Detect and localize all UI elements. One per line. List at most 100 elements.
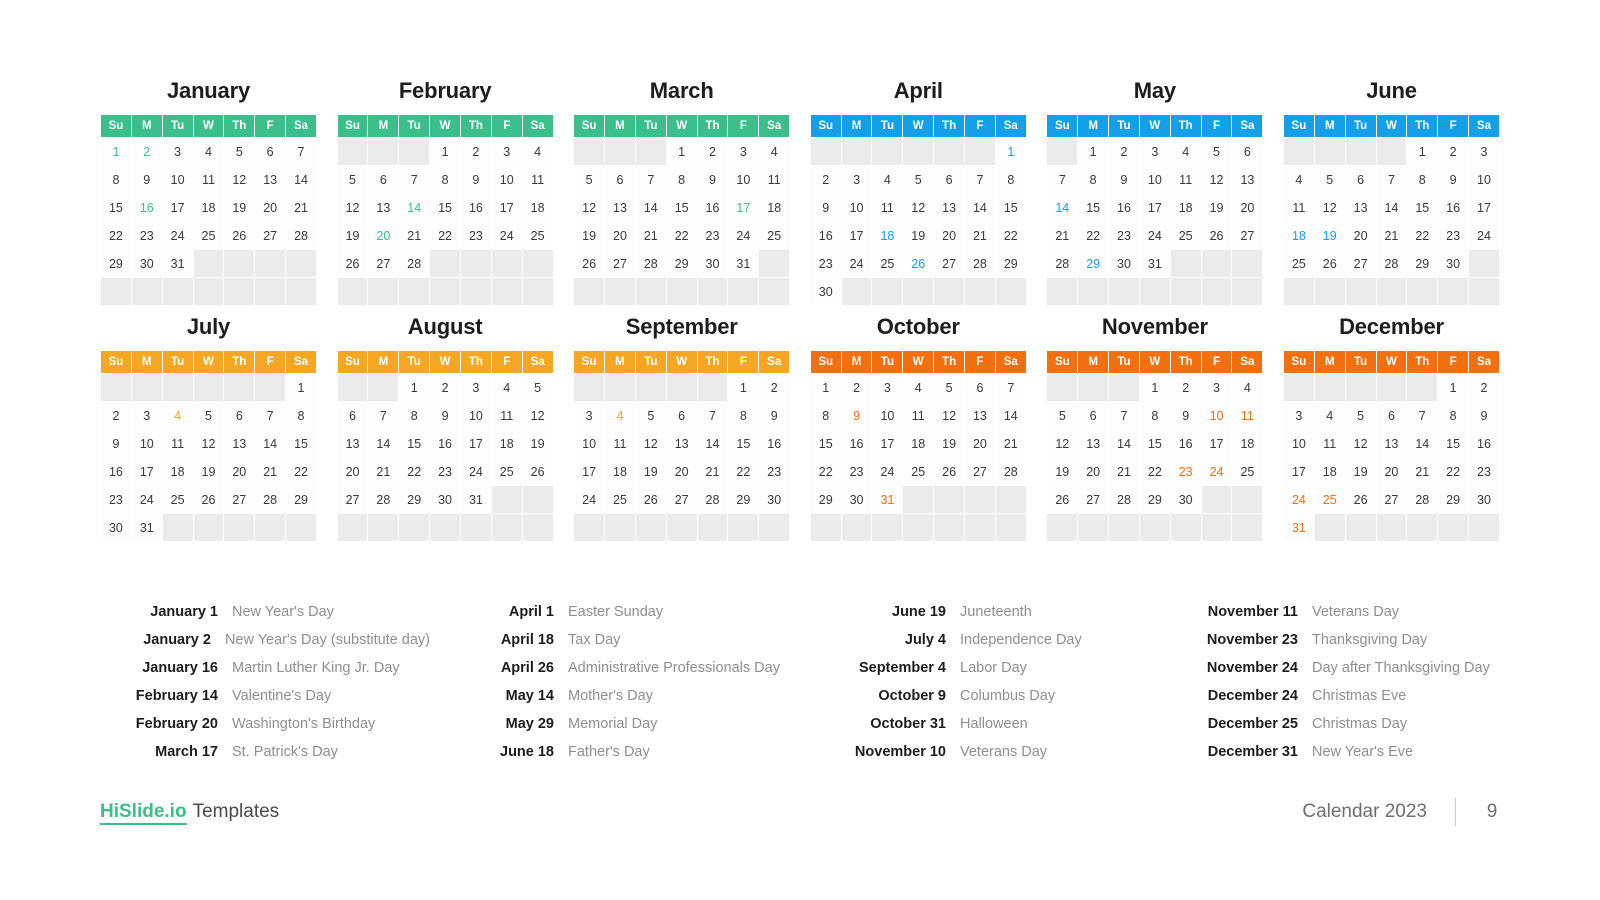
day-cell[interactable]: 29 bbox=[1407, 250, 1438, 277]
day-cell[interactable]: 1 bbox=[399, 374, 430, 401]
day-cell[interactable]: 13 bbox=[934, 194, 964, 221]
day-cell[interactable]: 17 bbox=[1201, 430, 1232, 457]
day-cell[interactable]: 15 bbox=[1078, 194, 1109, 221]
day-cell[interactable]: 28 bbox=[965, 250, 995, 277]
day-cell[interactable]: 14 bbox=[1407, 430, 1438, 457]
day-cell[interactable]: 31 bbox=[162, 250, 193, 277]
day-cell[interactable]: 19 bbox=[574, 222, 605, 249]
day-cell[interactable]: 19 bbox=[522, 430, 553, 457]
day-cell[interactable]: 18 bbox=[1170, 194, 1201, 221]
day-cell-holiday[interactable]: 16 bbox=[131, 194, 162, 221]
day-cell[interactable]: 29 bbox=[995, 250, 1026, 277]
day-cell[interactable]: 22 bbox=[1407, 222, 1438, 249]
day-cell[interactable]: 4 bbox=[1232, 374, 1263, 401]
day-cell[interactable]: 26 bbox=[1201, 222, 1232, 249]
day-cell[interactable]: 25 bbox=[1232, 458, 1263, 485]
day-cell[interactable]: 14 bbox=[965, 194, 995, 221]
day-cell[interactable]: 8 bbox=[286, 402, 316, 429]
day-cell[interactable]: 12 bbox=[635, 430, 666, 457]
day-cell[interactable]: 12 bbox=[193, 430, 224, 457]
day-cell[interactable]: 20 bbox=[1376, 458, 1407, 485]
day-cell[interactable]: 26 bbox=[1314, 250, 1345, 277]
day-cell[interactable]: 3 bbox=[491, 138, 522, 165]
day-cell[interactable]: 24 bbox=[460, 458, 491, 485]
day-cell[interactable]: 10 bbox=[1283, 430, 1314, 457]
day-cell[interactable]: 15 bbox=[1407, 194, 1438, 221]
day-cell[interactable]: 12 bbox=[903, 194, 934, 221]
day-cell[interactable]: 9 bbox=[430, 402, 460, 429]
day-cell[interactable]: 1 bbox=[1407, 138, 1438, 165]
day-cell[interactable]: 12 bbox=[337, 194, 368, 221]
day-cell-holiday[interactable]: 17 bbox=[728, 194, 759, 221]
day-cell[interactable]: 30 bbox=[697, 250, 728, 277]
day-cell[interactable]: 9 bbox=[759, 402, 790, 429]
day-cell[interactable]: 11 bbox=[1314, 430, 1345, 457]
day-cell[interactable]: 15 bbox=[666, 194, 697, 221]
day-cell[interactable]: 22 bbox=[101, 222, 131, 249]
day-cell[interactable]: 4 bbox=[903, 374, 934, 401]
day-cell[interactable]: 26 bbox=[522, 458, 553, 485]
day-cell[interactable]: 26 bbox=[1047, 486, 1078, 513]
day-cell[interactable]: 4 bbox=[491, 374, 522, 401]
day-cell-holiday[interactable]: 24 bbox=[1201, 458, 1232, 485]
day-cell[interactable]: 26 bbox=[934, 458, 964, 485]
day-cell-holiday[interactable]: 9 bbox=[841, 402, 872, 429]
day-cell[interactable]: 11 bbox=[605, 430, 635, 457]
day-cell[interactable]: 19 bbox=[1345, 458, 1376, 485]
day-cell[interactable]: 8 bbox=[1407, 166, 1438, 193]
day-cell[interactable]: 12 bbox=[1047, 430, 1078, 457]
day-cell[interactable]: 25 bbox=[759, 222, 790, 249]
day-cell[interactable]: 2 bbox=[841, 374, 872, 401]
day-cell[interactable]: 24 bbox=[872, 458, 903, 485]
day-cell[interactable]: 25 bbox=[1170, 222, 1201, 249]
day-cell[interactable]: 5 bbox=[934, 374, 964, 401]
day-cell[interactable]: 17 bbox=[1139, 194, 1170, 221]
day-cell[interactable]: 28 bbox=[368, 486, 399, 513]
day-cell[interactable]: 15 bbox=[995, 194, 1026, 221]
day-cell[interactable]: 29 bbox=[1438, 486, 1469, 513]
day-cell[interactable]: 4 bbox=[522, 138, 553, 165]
day-cell[interactable]: 13 bbox=[605, 194, 635, 221]
day-cell[interactable]: 14 bbox=[1109, 430, 1139, 457]
day-cell[interactable]: 29 bbox=[101, 250, 131, 277]
day-cell[interactable]: 28 bbox=[255, 486, 286, 513]
day-cell[interactable]: 12 bbox=[574, 194, 605, 221]
day-cell[interactable]: 4 bbox=[759, 138, 790, 165]
day-cell[interactable]: 5 bbox=[1345, 402, 1376, 429]
day-cell[interactable]: 5 bbox=[635, 402, 666, 429]
day-cell[interactable]: 14 bbox=[286, 166, 316, 193]
day-cell[interactable]: 17 bbox=[131, 458, 162, 485]
day-cell[interactable]: 3 bbox=[841, 166, 872, 193]
day-cell-holiday[interactable]: 19 bbox=[1314, 222, 1345, 249]
day-cell[interactable]: 6 bbox=[224, 402, 255, 429]
day-cell[interactable]: 9 bbox=[101, 430, 131, 457]
day-cell[interactable]: 30 bbox=[131, 250, 162, 277]
day-cell[interactable]: 28 bbox=[995, 458, 1026, 485]
day-cell[interactable]: 4 bbox=[872, 166, 903, 193]
day-cell[interactable]: 27 bbox=[337, 486, 368, 513]
day-cell[interactable]: 28 bbox=[1376, 250, 1407, 277]
day-cell[interactable]: 3 bbox=[1283, 402, 1314, 429]
day-cell[interactable]: 25 bbox=[903, 458, 934, 485]
day-cell[interactable]: 21 bbox=[1047, 222, 1078, 249]
day-cell[interactable]: 20 bbox=[255, 194, 286, 221]
day-cell[interactable]: 21 bbox=[1407, 458, 1438, 485]
day-cell[interactable]: 7 bbox=[255, 402, 286, 429]
day-cell[interactable]: 20 bbox=[666, 458, 697, 485]
day-cell[interactable]: 18 bbox=[1314, 458, 1345, 485]
day-cell[interactable]: 4 bbox=[193, 138, 224, 165]
day-cell[interactable]: 27 bbox=[1376, 486, 1407, 513]
day-cell[interactable]: 5 bbox=[522, 374, 553, 401]
day-cell-holiday[interactable]: 11 bbox=[1232, 402, 1263, 429]
day-cell[interactable]: 27 bbox=[605, 250, 635, 277]
day-cell[interactable]: 16 bbox=[1109, 194, 1139, 221]
day-cell[interactable]: 25 bbox=[872, 250, 903, 277]
day-cell[interactable]: 10 bbox=[131, 430, 162, 457]
day-cell[interactable]: 21 bbox=[1376, 222, 1407, 249]
day-cell[interactable]: 24 bbox=[491, 222, 522, 249]
day-cell[interactable]: 16 bbox=[460, 194, 491, 221]
day-cell-holiday[interactable]: 1 bbox=[101, 138, 131, 165]
day-cell[interactable]: 1 bbox=[666, 138, 697, 165]
day-cell[interactable]: 25 bbox=[491, 458, 522, 485]
day-cell[interactable]: 25 bbox=[162, 486, 193, 513]
